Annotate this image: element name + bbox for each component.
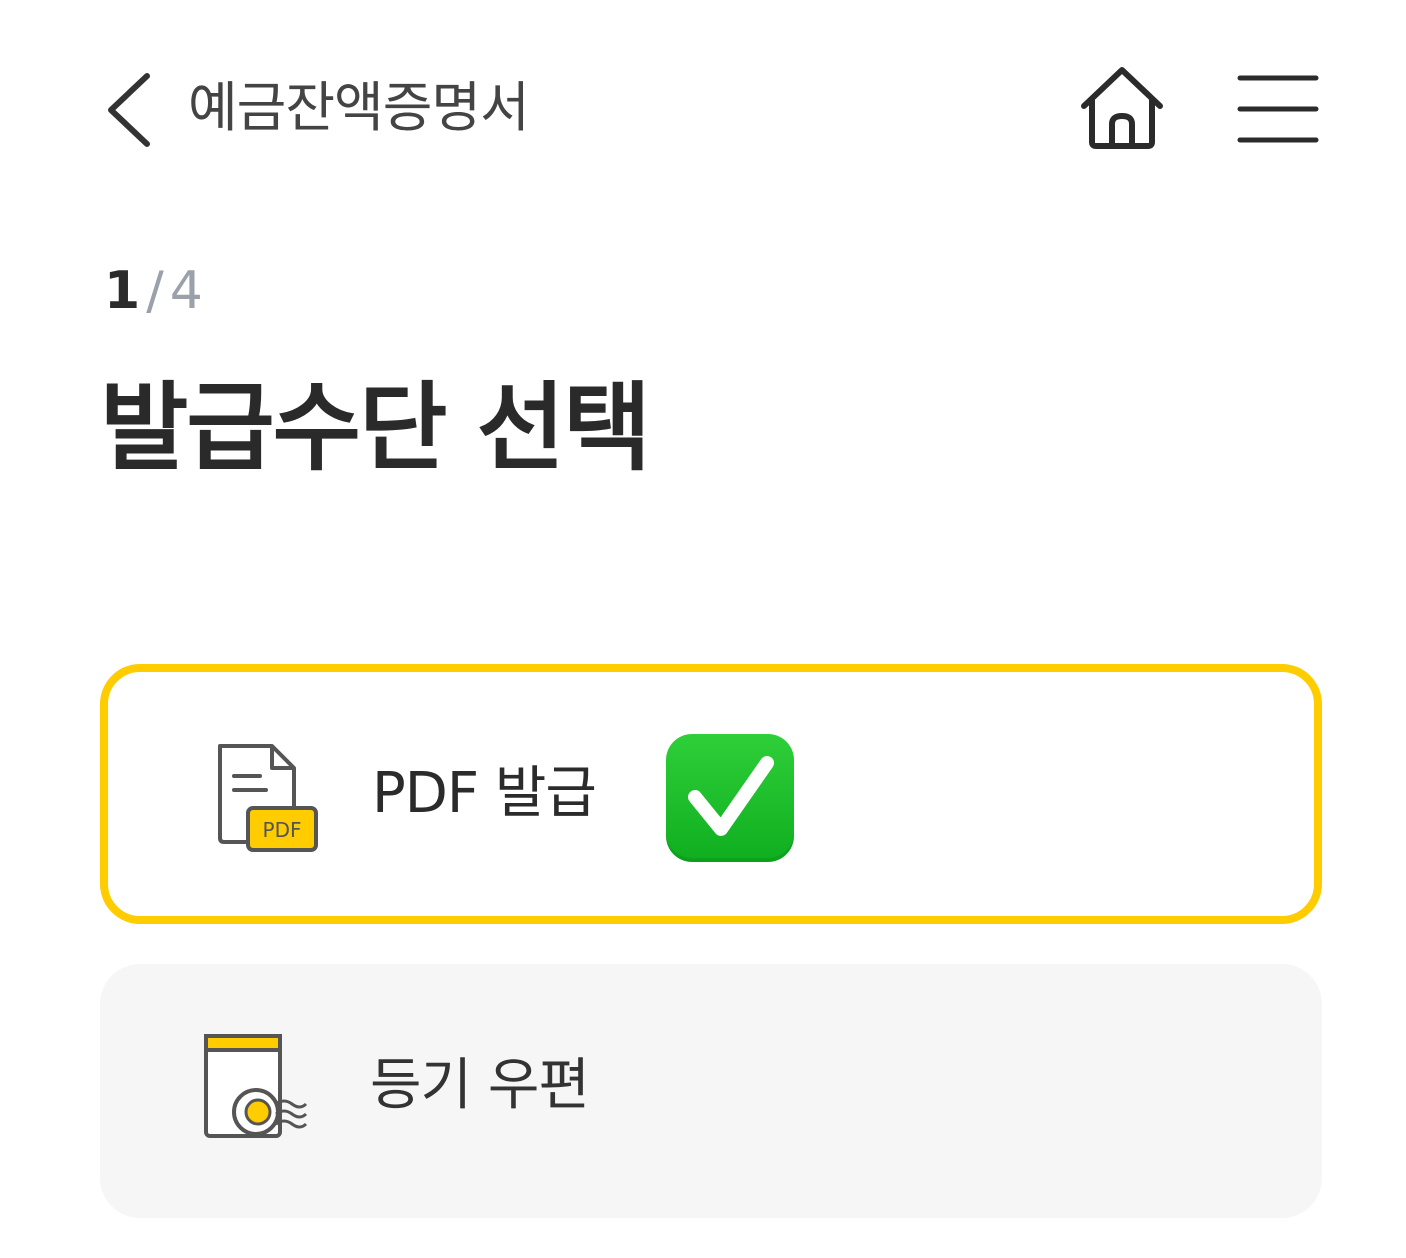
top-app-bar: 예금잔액증명서 [0,0,1406,220]
header-title: 예금잔액증명서 [188,76,530,139]
chevron-left-icon [108,73,150,147]
step-total: 4 [169,261,203,321]
pdf-badge-label: PDF [263,818,302,842]
pdf-document-icon: PDF [212,740,322,860]
page-title: 발급수단 선택 [100,372,651,484]
back-button[interactable] [96,66,160,154]
check-mark-button-icon [666,734,794,862]
menu-button[interactable] [1232,68,1322,150]
step-separator: / [146,261,164,321]
option-registered-mail[interactable]: 등기 우편 [100,964,1322,1218]
step-indicator: 1/4 [104,258,203,324]
hamburger-menu-icon [1237,75,1319,143]
option-label-mail: 등기 우편 [370,1053,590,1118]
registered-mail-icon [200,1030,310,1150]
home-button[interactable] [1074,64,1170,154]
option-pdf-issue[interactable]: PDF PDF 발급 [100,664,1322,924]
option-label-pdf: PDF 발급 [372,761,597,826]
step-current: 1 [104,261,141,321]
home-icon [1081,67,1163,149]
